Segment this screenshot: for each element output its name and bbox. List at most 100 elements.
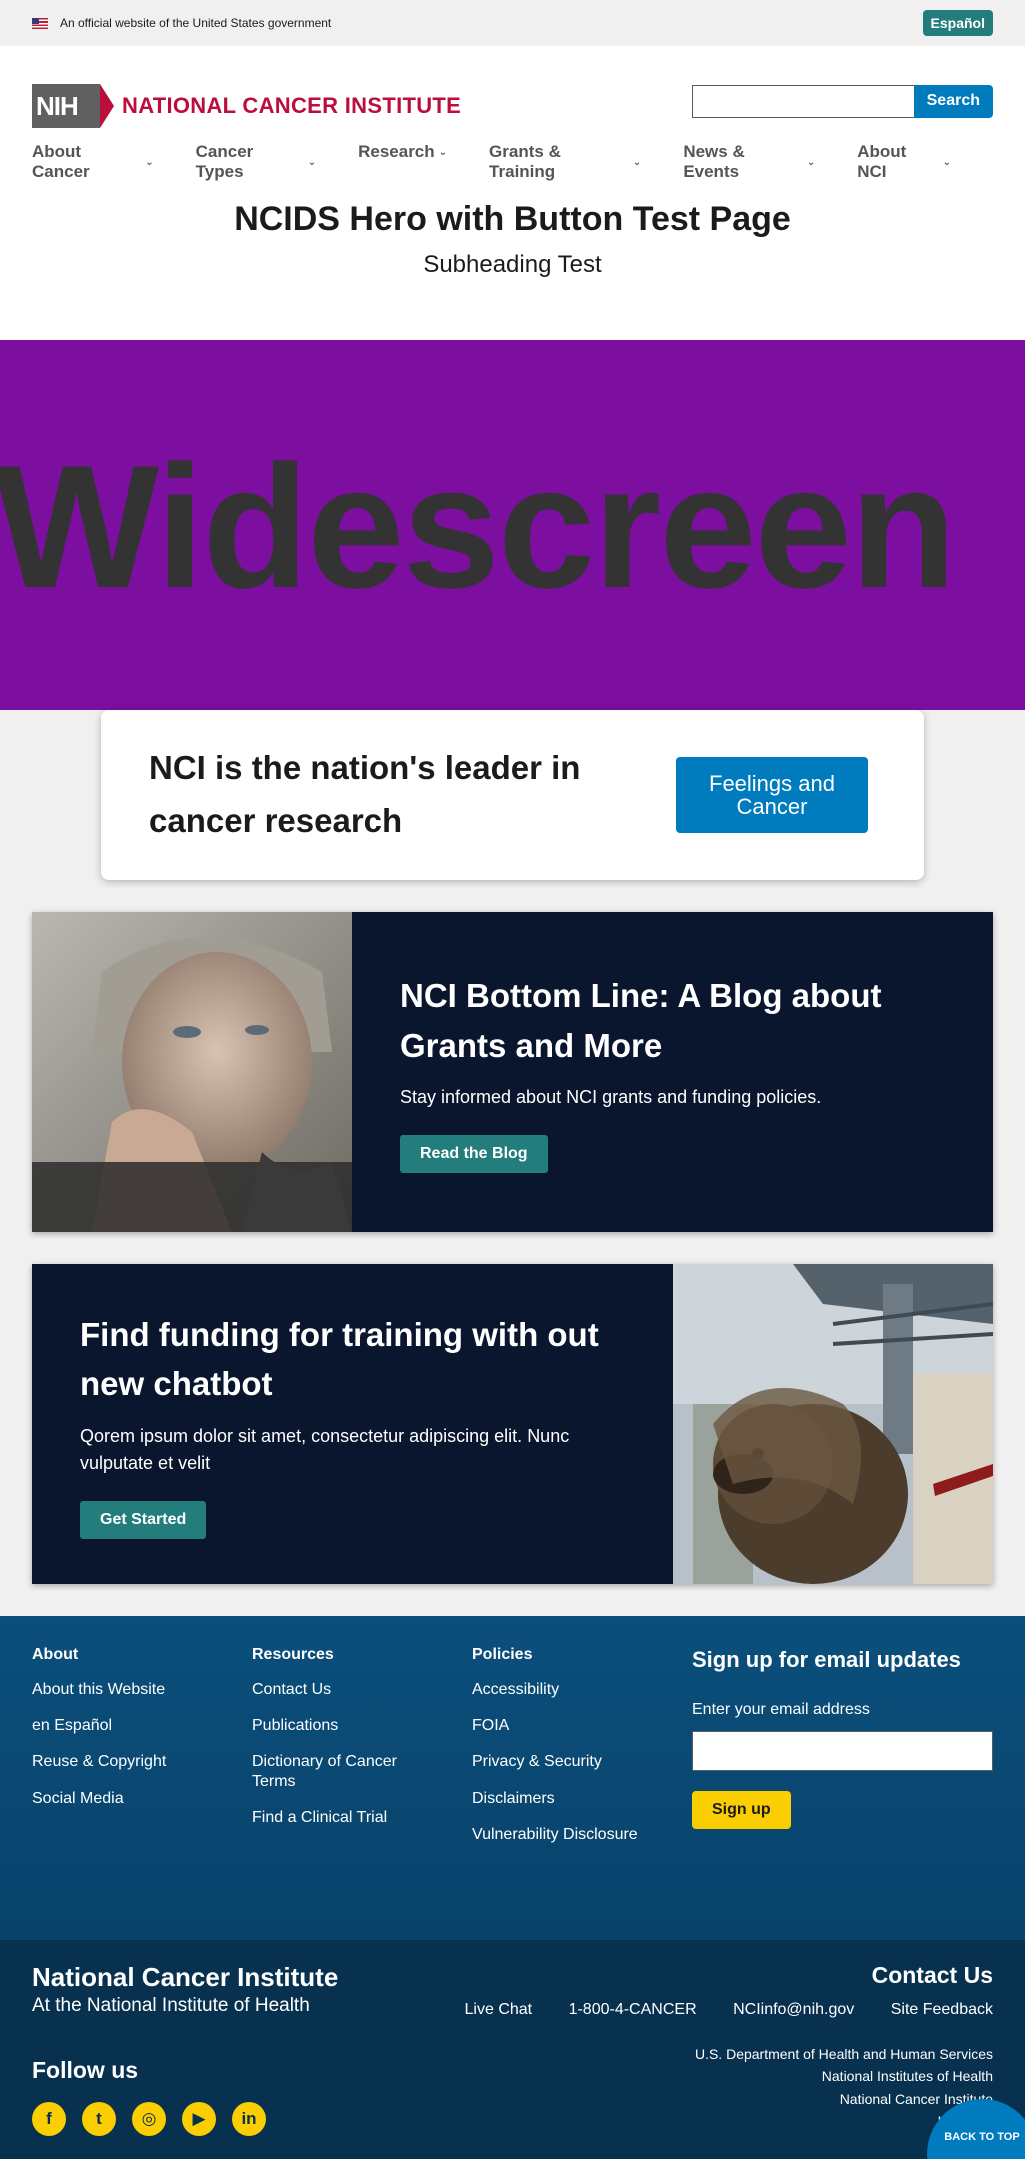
- promo-text: Find funding for training with out new c…: [32, 1264, 673, 1584]
- agency-links: U.S. Department of Health and Human Serv…: [433, 2043, 993, 2133]
- nav-label: Grants & Training: [489, 142, 561, 181]
- footer-top: About About this Website en Español Reus…: [0, 1616, 1025, 1940]
- nci-logo-text: NATIONAL CANCER INSTITUTE: [122, 93, 462, 118]
- espanol-button[interactable]: Español: [922, 10, 993, 36]
- footer-identity: National Cancer Institute At the Nationa…: [32, 1962, 338, 2136]
- hero-callout: NCI is the nation's leader in cancer res…: [101, 710, 924, 880]
- promo-title: Find funding for training with out new c…: [80, 1315, 599, 1403]
- facebook-icon[interactable]: f: [32, 2102, 66, 2136]
- nav-item-grants-training[interactable]: Grants & Training ⌄: [489, 142, 641, 182]
- chevron-down-icon: ⌄: [307, 156, 317, 168]
- feelings-and-cancer-button[interactable]: Feelings and Cancer: [676, 757, 868, 833]
- agency-link[interactable]: USA.gov: [433, 2110, 993, 2132]
- footer-link[interactable]: Accessibility: [472, 1680, 692, 1699]
- email-label: Enter your email address: [692, 1700, 870, 1718]
- promo-body: Qorem ipsum dolor sit amet, consectetur …: [80, 1425, 570, 1473]
- contact-heading: Contact Us: [871, 1962, 993, 1988]
- follow-us-heading: Follow us: [32, 2057, 139, 2083]
- instagram-icon[interactable]: ◎: [132, 2102, 166, 2136]
- footer-contact: Contact Us Live Chat 1-800-4-CANCER NCIi…: [433, 1962, 993, 2133]
- read-the-blog-button[interactable]: Read the Blog: [400, 1135, 548, 1173]
- nih-logo-mark: NIH: [32, 84, 114, 128]
- elderly-woman-photo: [32, 912, 352, 1232]
- nav-item-research[interactable]: Research ⌄: [358, 142, 447, 162]
- site-feedback-link[interactable]: Site Feedback: [891, 2001, 993, 2018]
- chevron-down-icon: ⌄: [632, 156, 642, 168]
- footer-suborg-name: At the National Institute of Health: [32, 1995, 310, 2016]
- nav-label: Research: [358, 142, 435, 161]
- footer-link[interactable]: Vulnerability Disclosure: [472, 1825, 692, 1844]
- contact-links: Live Chat 1-800-4-CANCER NCIinfo@nih.gov…: [433, 2001, 993, 2019]
- signup-heading: Sign up for email updates: [692, 1647, 961, 1672]
- footer-link[interactable]: FOIA: [472, 1716, 692, 1735]
- search-button[interactable]: Search: [913, 84, 993, 118]
- nci-logo[interactable]: NIH NATIONAL CANCER INSTITUTE: [32, 84, 461, 128]
- chevron-down-icon: ⌄: [145, 156, 154, 168]
- footer-col-heading: Policies: [472, 1646, 533, 1663]
- footer-col-heading: About: [32, 1646, 79, 1663]
- gov-banner-text: An official website of the United States…: [60, 16, 332, 30]
- gov-banner: An official website of the United States…: [0, 0, 1025, 46]
- content-area: NCI is the nation's leader in cancer res…: [0, 710, 1025, 1616]
- footer-link[interactable]: Publications: [252, 1716, 472, 1735]
- nav-item-about-cancer[interactable]: About Cancer ⌄: [32, 142, 154, 182]
- agency-link[interactable]: National Institutes of Health: [433, 2065, 993, 2087]
- dog-bridge-photo: [673, 1264, 993, 1584]
- footer-bottom: National Cancer Institute At the Nationa…: [0, 1940, 1025, 2159]
- footer-col-policies: Policies Accessibility FOIA Privacy & Se…: [472, 1646, 692, 1940]
- live-chat-link[interactable]: Live Chat: [465, 2001, 533, 2018]
- email-field[interactable]: [692, 1730, 993, 1771]
- main-nav: About Cancer ⌄ Cancer Types ⌄ Research ⌄ Gr…: [0, 142, 1025, 190]
- nav-label: Cancer Types: [195, 142, 254, 181]
- page-heading: NCIDS Hero with Button Test Page Subhead…: [0, 190, 1025, 340]
- promo-block-chatbot: Find funding for training with out new c…: [32, 1264, 993, 1584]
- nav-item-cancer-types[interactable]: Cancer Types ⌄: [196, 142, 316, 182]
- us-flag-icon: [32, 18, 48, 30]
- social-links: f t ◎ ▶ in: [32, 2102, 338, 2136]
- hero-image-text: Widescreen: [0, 430, 957, 625]
- promo-text: NCI Bottom Line: A Blog about Grants and…: [352, 912, 993, 1232]
- footer-link[interactable]: en Español: [32, 1716, 252, 1735]
- footer-org-name: National Cancer Institute: [32, 1962, 339, 1992]
- nav-item-about-nci[interactable]: About NCI ⌄: [857, 142, 951, 182]
- get-started-button[interactable]: Get Started: [80, 1500, 207, 1539]
- search-input[interactable]: [691, 84, 914, 118]
- email-signup: Sign up for email updates Enter your ema…: [692, 1646, 993, 1940]
- promo-title: NCI Bottom Line: A Blog about Grants and…: [400, 977, 882, 1064]
- footer-link[interactable]: Contact Us: [252, 1680, 472, 1699]
- footer-link[interactable]: Find a Clinical Trial: [252, 1808, 472, 1827]
- linkedin-icon[interactable]: in: [232, 2102, 266, 2136]
- page-title: NCIDS Hero with Button Test Page: [234, 200, 791, 238]
- footer-link[interactable]: Disclaimers: [472, 1789, 692, 1808]
- sign-up-button[interactable]: Sign up: [692, 1790, 791, 1829]
- nav-label: About Cancer: [32, 142, 90, 181]
- nav-item-news-events[interactable]: News & Events ⌄: [683, 142, 815, 182]
- site-footer: About About this Website en Español Reus…: [0, 1616, 1025, 2159]
- agency-link[interactable]: National Cancer Institute: [433, 2088, 993, 2110]
- phone-link[interactable]: 1-800-4-CANCER: [569, 2001, 697, 2018]
- footer-link[interactable]: Dictionary of Cancer Terms: [252, 1752, 422, 1790]
- chevron-down-icon: ⌄: [806, 156, 816, 168]
- twitter-icon[interactable]: t: [82, 2102, 116, 2136]
- nav-label: About NCI: [857, 142, 907, 181]
- footer-link[interactable]: Reuse & Copyright: [32, 1752, 252, 1771]
- youtube-icon[interactable]: ▶: [182, 2102, 216, 2136]
- agency-link[interactable]: U.S. Department of Health and Human Serv…: [433, 2043, 993, 2065]
- footer-col-about: About About this Website en Español Reus…: [32, 1646, 252, 1940]
- hero-callout-text: NCI is the nation's leader in cancer res…: [149, 749, 581, 839]
- footer-link[interactable]: Privacy & Security: [472, 1752, 692, 1771]
- chevron-down-icon: ⌄: [438, 146, 448, 158]
- promo-body: Stay informed about NCI grants and fundi…: [400, 1087, 822, 1107]
- footer-col-heading: Resources: [252, 1646, 334, 1663]
- footer-col-resources: Resources Contact Us Publications Dictio…: [252, 1646, 472, 1940]
- footer-link[interactable]: Social Media: [32, 1789, 252, 1808]
- page-subtitle: Subheading Test: [423, 251, 602, 278]
- hero-banner: Widescreen: [0, 340, 1025, 770]
- email-link[interactable]: NCIinfo@nih.gov: [733, 2001, 854, 2018]
- promo-block-blog: NCI Bottom Line: A Blog about Grants and…: [32, 912, 993, 1232]
- nav-label: News & Events: [683, 142, 745, 181]
- site-search: Search: [691, 84, 993, 118]
- chevron-down-icon: ⌄: [942, 156, 951, 168]
- gov-banner-text-wrap: An official website of the United States…: [32, 16, 331, 30]
- footer-link[interactable]: About this Website: [32, 1680, 252, 1699]
